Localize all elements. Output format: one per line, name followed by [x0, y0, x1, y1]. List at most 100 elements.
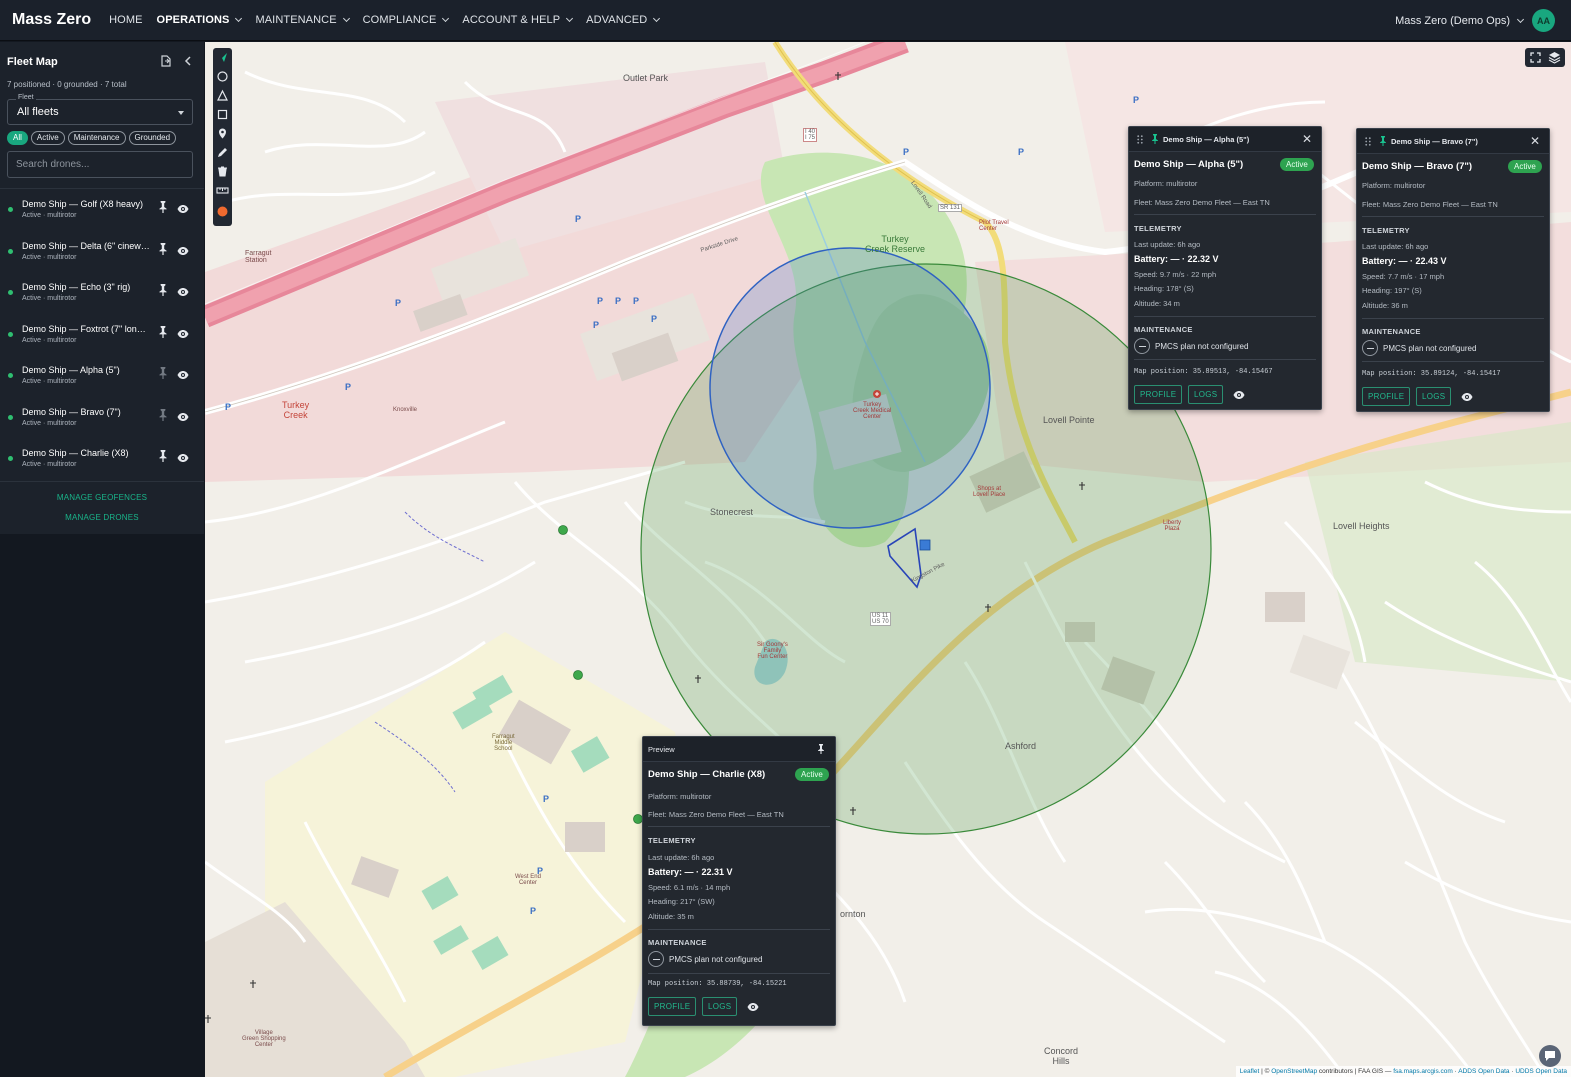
platform-text: Platform: multirotor	[1134, 179, 1198, 188]
manage-drones-link[interactable]: MANAGE DRONES	[0, 513, 204, 522]
manage-geofences-link[interactable]: MANAGE GEOFENCES	[0, 493, 204, 502]
drone-list-item[interactable]: Demo Ship — Charlie (X8) Active · multiro…	[0, 444, 204, 486]
ruler-icon[interactable]	[216, 184, 229, 197]
fleet-select[interactable]: Fleet All fleets	[7, 94, 193, 125]
drone-list-item[interactable]: Demo Ship — Echo (3" rig) Active · multir…	[0, 278, 204, 320]
pin-icon[interactable]	[1151, 134, 1159, 144]
fleet-text: Fleet: Mass Zero Demo Fleet — East TN	[648, 810, 784, 819]
map-label-lovell-heights: Lovell Heights	[1333, 521, 1390, 531]
record-icon[interactable]	[216, 205, 229, 218]
fleet-text: Fleet: Mass Zero Demo Fleet — East TN	[1362, 200, 1498, 209]
leaflet-link[interactable]: Leaflet	[1240, 1068, 1260, 1075]
filter-chip-active[interactable]: Active	[30, 131, 65, 145]
drone-list-name: Demo Ship — Alpha (5")	[22, 365, 120, 375]
avatar[interactable]: AA	[1532, 9, 1555, 32]
fleet-panel: Fleet Map 7 positioned · 0 grounded · 7 …	[0, 42, 204, 534]
eye-icon[interactable]	[1233, 390, 1245, 400]
profile-button[interactable]: PROFILE	[648, 997, 697, 1016]
eye-icon[interactable]	[177, 284, 189, 296]
map-label-knoxville: Knoxville	[393, 407, 418, 413]
select-cursor-icon[interactable]	[216, 51, 229, 64]
osm-link[interactable]: OpenStreetMap	[1271, 1068, 1317, 1075]
drone-list-subtitle: Active · multirotor	[22, 295, 77, 302]
pin-icon[interactable]	[158, 366, 168, 379]
search-drones-input[interactable]	[7, 151, 193, 178]
eye-icon[interactable]	[747, 1002, 759, 1012]
divider	[1134, 316, 1316, 317]
drag-handle-icon[interactable]	[1137, 135, 1143, 144]
profile-button[interactable]: PROFILE	[1362, 387, 1411, 406]
eye-icon[interactable]	[177, 367, 189, 379]
logs-button[interactable]: LOGS	[702, 997, 738, 1016]
drone-name: Demo Ship — Alpha (5")	[1134, 159, 1244, 170]
export-file-icon[interactable]	[160, 55, 172, 67]
fleet-summary: 7 positioned · 0 grounded · 7 total	[7, 80, 127, 89]
drone-list-item[interactable]: Demo Ship — Foxtrot (7" long range) Activ…	[0, 320, 204, 362]
org-switcher[interactable]: Mass Zero (Demo Ops)	[1395, 0, 1525, 41]
popup-header-title: Demo Ship — Alpha (5")	[1163, 135, 1250, 144]
pin-icon[interactable]	[817, 744, 825, 754]
pin-icon[interactable]	[158, 408, 168, 421]
nav-operations[interactable]: OPERATIONS	[157, 14, 243, 26]
svg-text:P: P	[395, 298, 401, 308]
eye-icon[interactable]	[177, 450, 189, 462]
map-label-shops-lovell: Shops at Lovell Place	[973, 486, 1006, 498]
drone-list-item[interactable]: Demo Ship — Bravo (7") Active · multiroto…	[0, 403, 204, 445]
eye-icon[interactable]	[177, 326, 189, 338]
draw-polygon-icon[interactable]	[216, 89, 229, 102]
draw-circle-icon[interactable]	[216, 70, 229, 83]
pin-icon[interactable]	[158, 449, 168, 462]
filter-chip-all[interactable]: All	[7, 131, 28, 145]
logs-button[interactable]: LOGS	[1416, 387, 1452, 406]
chat-button[interactable]	[1539, 1045, 1561, 1067]
drone-preview-popup: Preview Demo Ship — Charlie (X8) Active …	[642, 736, 836, 1026]
drone-list-item[interactable]: Demo Ship — Golf (X8 heavy) Active · mult…	[0, 195, 204, 237]
eye-icon[interactable]	[1461, 392, 1473, 402]
logs-button[interactable]: LOGS	[1188, 385, 1224, 404]
nav-home[interactable]: HOME	[109, 14, 142, 26]
faa-link[interactable]: fsa.maps.arcgis.com	[1393, 1068, 1453, 1075]
layers-icon[interactable]	[1548, 51, 1561, 64]
close-icon[interactable]: ✕	[1530, 135, 1540, 147]
status-dot	[8, 248, 13, 254]
map-label-turkey-creek-reserve: Turkey Creek Reserve	[865, 234, 926, 254]
marker-pin-icon[interactable]	[216, 127, 229, 140]
pin-icon[interactable]	[158, 325, 168, 338]
drone-list-name: Demo Ship — Echo (3" rig)	[22, 282, 131, 292]
edit-pencil-icon[interactable]	[216, 146, 229, 159]
drone-popup-alpha: Demo Ship — Alpha (5") ✕ Demo Ship — Alp…	[1128, 126, 1322, 410]
trash-icon[interactable]	[216, 165, 229, 178]
status-badge: Active	[1508, 160, 1542, 173]
fullscreen-icon[interactable]	[1529, 51, 1542, 64]
drone-list-item[interactable]: Demo Ship — Delta (6" cinewhoop) Active ·…	[0, 237, 204, 279]
chevron-down-icon	[342, 14, 350, 23]
nav-compliance[interactable]: COMPLIANCE	[363, 14, 450, 26]
eye-icon[interactable]	[177, 409, 189, 421]
filter-chip-grounded[interactable]: Grounded	[128, 131, 177, 145]
collapse-panel-icon[interactable]	[182, 55, 194, 67]
draw-rectangle-icon[interactable]	[216, 108, 229, 121]
svg-text:P: P	[597, 296, 603, 306]
nav-account-help[interactable]: ACCOUNT & HELP	[462, 14, 574, 26]
chevron-down-icon	[442, 14, 450, 23]
altitude-text: Altitude: 35 m	[648, 912, 694, 921]
drag-handle-icon[interactable]	[1365, 137, 1371, 146]
filter-chip-maintenance[interactable]: Maintenance	[67, 131, 126, 145]
adds-link[interactable]: ADDS Open Data	[1458, 1068, 1509, 1075]
eye-icon[interactable]	[177, 243, 189, 255]
profile-button[interactable]: PROFILE	[1134, 385, 1183, 404]
nav-maintenance[interactable]: MAINTENANCE	[255, 14, 350, 26]
drone-list-item[interactable]: Demo Ship — Alpha (5") Active · multiroto…	[0, 361, 204, 403]
pin-icon[interactable]	[1379, 136, 1387, 146]
altitude-text: Altitude: 36 m	[1362, 301, 1408, 310]
status-dot	[8, 207, 13, 212]
eye-icon[interactable]	[177, 201, 189, 213]
nav-advanced[interactable]: ADVANCED	[586, 14, 661, 26]
brand-logo[interactable]: Mass Zero	[12, 11, 91, 29]
udds-link[interactable]: UDDS Open Data	[1515, 1068, 1567, 1075]
pin-icon[interactable]	[158, 283, 168, 296]
pin-icon[interactable]	[158, 242, 168, 255]
svg-text:P: P	[1133, 95, 1139, 105]
pin-icon[interactable]	[158, 200, 168, 213]
close-icon[interactable]: ✕	[1302, 133, 1312, 145]
